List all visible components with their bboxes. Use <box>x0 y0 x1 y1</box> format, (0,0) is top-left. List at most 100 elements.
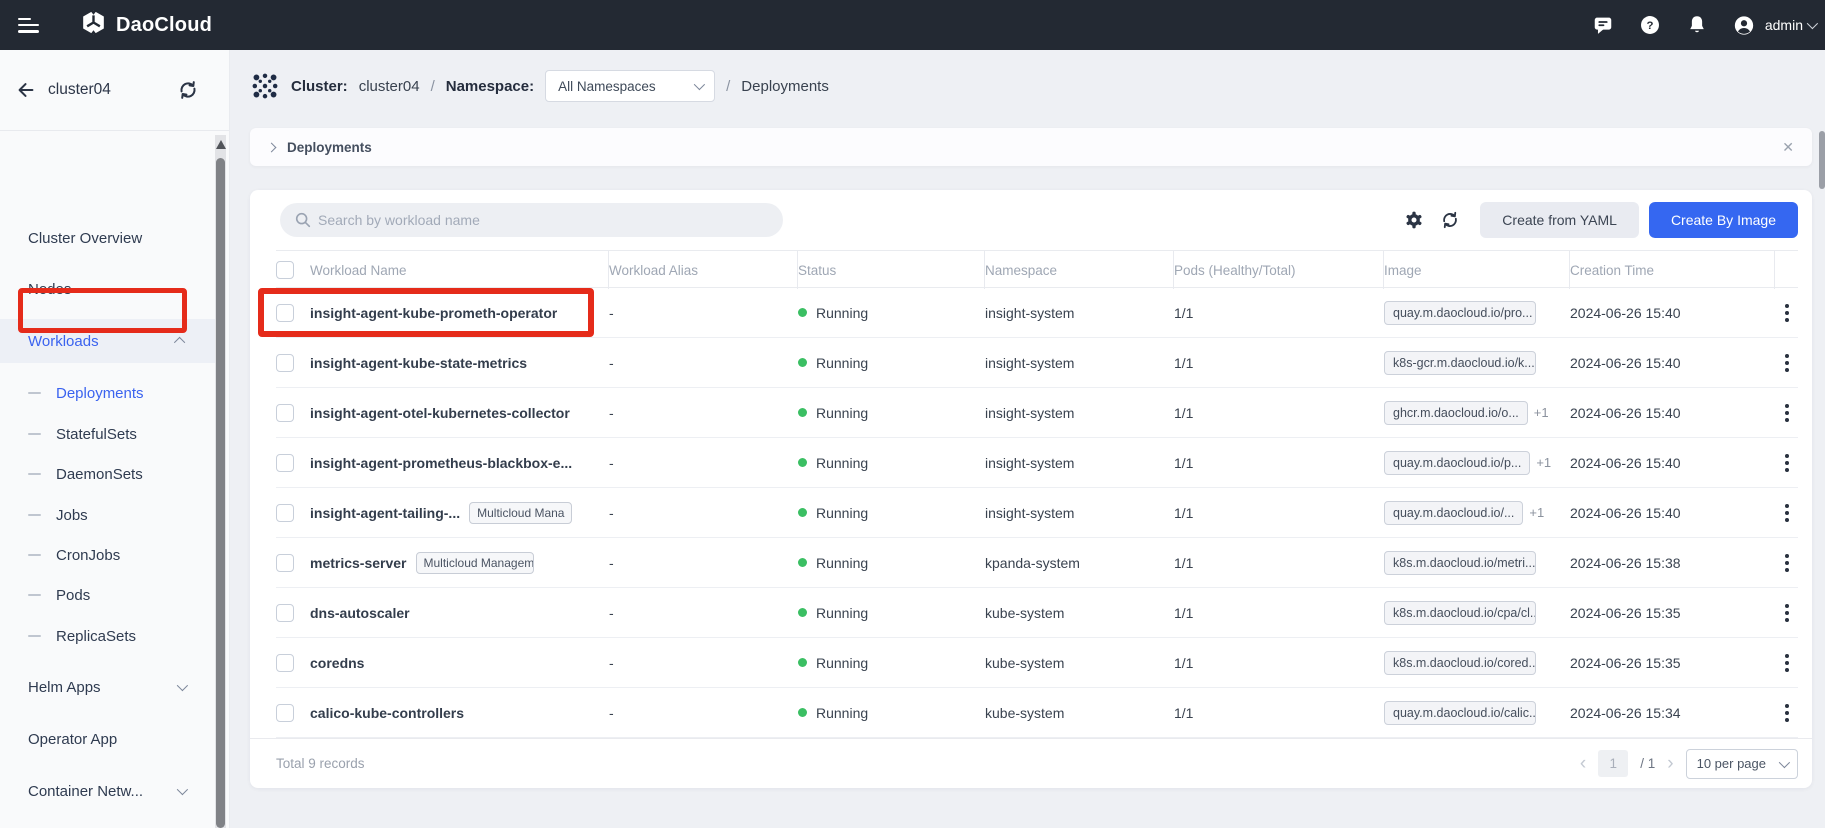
status-dot-icon <box>798 408 807 417</box>
sidebar-item-label: Helm Apps <box>28 679 101 696</box>
namespace: kube-system <box>985 705 1174 721</box>
status-text: Running <box>816 305 868 321</box>
dash-icon <box>28 554 41 556</box>
row-checkbox[interactable] <box>276 704 294 722</box>
sidebar-cluster-name: cluster04 <box>48 81 111 99</box>
search-input[interactable] <box>280 203 783 237</box>
menu-icon[interactable] <box>18 18 40 33</box>
gear-icon[interactable] <box>1404 210 1424 230</box>
sidebar-item-operator-app[interactable]: Operator App <box>0 719 215 759</box>
sidebar-item-helm-apps[interactable]: Helm Apps <box>0 667 215 707</box>
kebab-menu-icon[interactable] <box>1775 454 1798 472</box>
sidebar-item-daemonsets[interactable]: DaemonSets <box>0 454 215 494</box>
workload-name-link[interactable]: insight-agent-otel-kubernetes-collector <box>310 405 570 421</box>
creation-time: 2024-06-26 15:40 <box>1570 505 1775 521</box>
workload-tag: Multicloud Mana <box>469 502 572 524</box>
row-checkbox[interactable] <box>276 504 294 522</box>
notification-bell-icon[interactable] <box>1686 14 1708 36</box>
kebab-menu-icon[interactable] <box>1775 704 1798 722</box>
sidebar-item-label: Workloads <box>28 333 99 350</box>
kebab-menu-icon[interactable] <box>1775 304 1798 322</box>
row-checkbox[interactable] <box>276 604 294 622</box>
creation-time: 2024-06-26 15:40 <box>1570 405 1775 421</box>
help-icon[interactable]: ? <box>1639 14 1661 36</box>
sidebar-item-replicasets[interactable]: ReplicaSets <box>0 616 215 656</box>
chevron-down-icon <box>694 79 705 90</box>
namespace-select[interactable]: All Namespaces <box>545 70 715 102</box>
sidebar-item-container-network[interactable]: Container Netw... <box>0 771 215 811</box>
kebab-menu-icon[interactable] <box>1775 654 1798 672</box>
sidebar: cluster04 Cluster Overview Nodes Workloads… <box>0 50 230 828</box>
chevron-down-icon <box>177 680 188 691</box>
workload-alias: - <box>609 455 798 471</box>
row-checkbox[interactable] <box>276 304 294 322</box>
table-row: insight-agent-kube-prometh-operator-Runn… <box>276 288 1798 338</box>
select-all-checkbox[interactable] <box>276 261 294 279</box>
per-page-select[interactable]: 10 per page <box>1686 749 1798 779</box>
row-checkbox[interactable] <box>276 654 294 672</box>
deployments-panel-header[interactable]: Deployments ✕ <box>250 128 1812 166</box>
sidebar-item-cronjobs[interactable]: CronJobs <box>0 535 215 575</box>
page-count: / 1 <box>1640 756 1655 771</box>
sidebar-item-nodes[interactable]: Nodes <box>0 269 215 309</box>
sidebar-scrollbar-thumb[interactable] <box>216 158 225 828</box>
sidebar-item-statefulsets[interactable]: StatefulSets <box>0 414 215 454</box>
chat-icon[interactable] <box>1592 14 1614 36</box>
status-dot-icon <box>798 558 807 567</box>
brand-logo[interactable]: DaoCloud <box>80 9 212 41</box>
chevron-up-icon <box>174 337 185 348</box>
back-arrow-icon[interactable] <box>14 78 38 102</box>
creation-time: 2024-06-26 15:40 <box>1570 455 1775 471</box>
create-by-image-button[interactable]: Create By Image <box>1649 202 1798 238</box>
kebab-menu-icon[interactable] <box>1775 554 1798 572</box>
workload-name-link[interactable]: insight-agent-prometheus-blackbox-e... <box>310 455 572 471</box>
sidebar-item-cluster-overview[interactable]: Cluster Overview <box>0 218 215 258</box>
refresh-icon[interactable] <box>1440 210 1460 230</box>
sidebar-item-jobs[interactable]: Jobs <box>0 495 215 535</box>
row-checkbox[interactable] <box>276 554 294 572</box>
close-icon[interactable]: ✕ <box>1782 139 1794 156</box>
kebab-menu-icon[interactable] <box>1775 404 1798 422</box>
sidebar-item-workloads[interactable]: Workloads <box>0 319 215 363</box>
sidebar-item-deployments[interactable]: Deployments <box>0 373 215 413</box>
row-checkbox[interactable] <box>276 354 294 372</box>
sidebar-item-crds[interactable]: CRDs <box>0 823 215 828</box>
row-checkbox[interactable] <box>276 454 294 472</box>
namespace: insight-system <box>985 405 1174 421</box>
workload-name-link[interactable]: metrics-server <box>310 555 407 571</box>
column-header-namespace: Namespace <box>985 251 1174 289</box>
sidebar-item-label: Operator App <box>28 731 117 748</box>
next-page-arrow[interactable]: › <box>1667 754 1673 773</box>
create-from-yaml-button[interactable]: Create from YAML <box>1480 202 1639 238</box>
toolbar: Create from YAML Create By Image <box>280 202 1798 238</box>
image-chip: k8s.m.daocloud.io/cpa/cl... <box>1384 601 1536 625</box>
pods-count: 1/1 <box>1174 405 1384 421</box>
namespace: kube-system <box>985 605 1174 621</box>
namespace: insight-system <box>985 305 1174 321</box>
table-row: coredns-Runningkube-system1/1k8s.m.daocl… <box>276 638 1798 688</box>
table-row: insight-agent-kube-state-metrics-Running… <box>276 338 1798 388</box>
kebab-menu-icon[interactable] <box>1775 604 1798 622</box>
pods-count: 1/1 <box>1174 355 1384 371</box>
workload-name-link[interactable]: dns-autoscaler <box>310 605 410 621</box>
sidebar-item-pods[interactable]: Pods <box>0 575 215 615</box>
workload-name-link[interactable]: insight-agent-kube-prometh-operator <box>310 305 557 321</box>
prev-page-arrow[interactable]: ‹ <box>1580 754 1586 773</box>
row-checkbox[interactable] <box>276 404 294 422</box>
workload-name-link[interactable]: coredns <box>310 655 364 671</box>
daocloud-logo-icon <box>80 9 107 41</box>
sidebar-refresh-icon[interactable] <box>177 79 199 101</box>
page-number[interactable]: 1 <box>1598 750 1628 777</box>
workload-name-link[interactable]: insight-agent-kube-state-metrics <box>310 355 527 371</box>
kebab-menu-icon[interactable] <box>1775 504 1798 522</box>
main-scrollbar-thumb[interactable] <box>1819 131 1825 189</box>
status-text: Running <box>816 355 868 371</box>
workload-name-link[interactable]: insight-agent-tailing-... <box>310 505 460 521</box>
pods-count: 1/1 <box>1174 655 1384 671</box>
namespace: kube-system <box>985 655 1174 671</box>
kebab-menu-icon[interactable] <box>1775 354 1798 372</box>
sidebar-scrollbar-up-arrow[interactable] <box>216 140 226 149</box>
status-text: Running <box>816 505 868 521</box>
user-menu[interactable]: admin <box>1733 14 1815 36</box>
workload-name-link[interactable]: calico-kube-controllers <box>310 705 464 721</box>
